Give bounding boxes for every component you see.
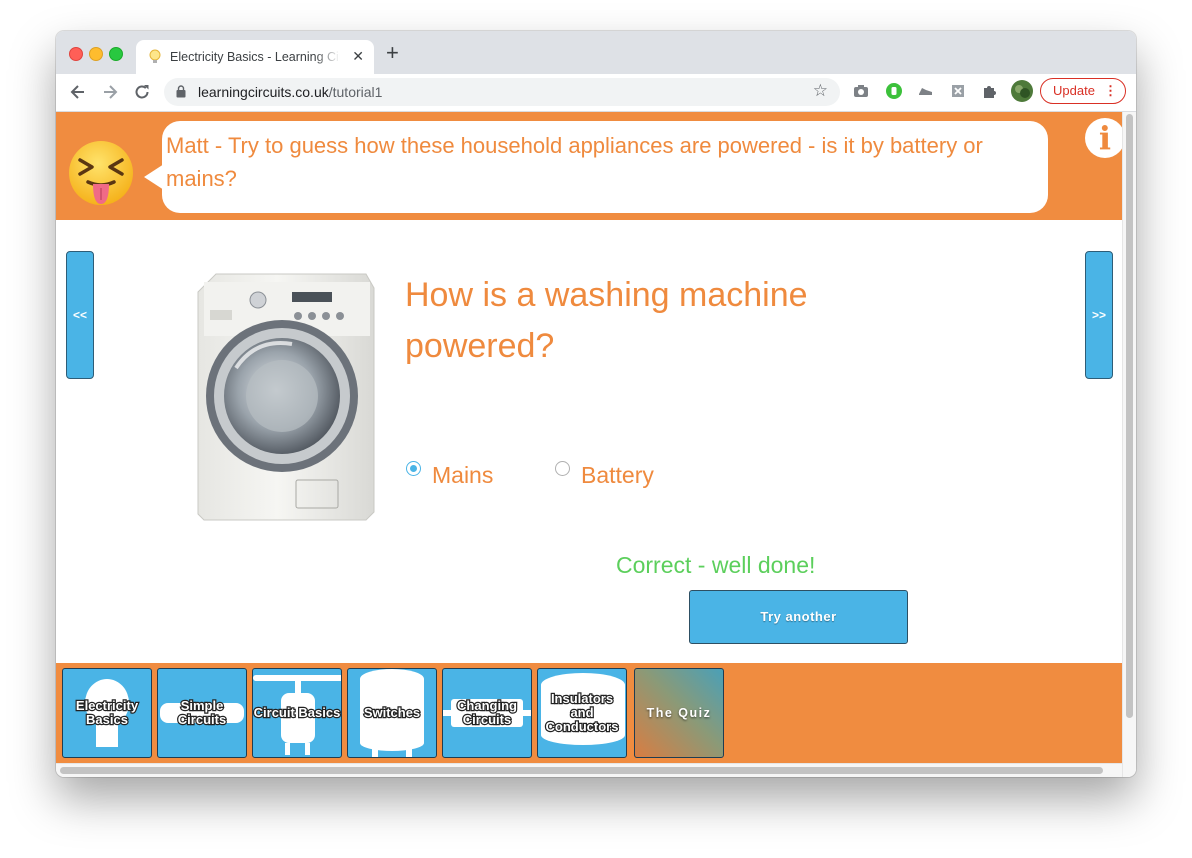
browser-toolbar: learningcircuits.co.uk/tutorial1 ☆ Updat…	[56, 74, 1136, 112]
browser-tab[interactable]: Electricity Basics - Learning Circuits ✕	[136, 40, 374, 74]
tile-the-quiz[interactable]: The Quiz	[634, 668, 724, 758]
window-minimize-button[interactable]	[89, 47, 103, 61]
url-host: learningcircuits.co.uk	[198, 84, 329, 100]
vertical-scrollbar[interactable]	[1122, 112, 1136, 777]
shoe-extension-icon[interactable]	[917, 82, 935, 100]
tile-changing-circuits[interactable]: Changing Circuits	[442, 668, 532, 758]
lesson-navigation-bar: Electricity Basics Simple Circuits Circu…	[56, 663, 1122, 763]
tongue-out-emoji-icon	[69, 141, 133, 205]
horizontal-scrollbar[interactable]	[56, 763, 1122, 777]
feedback-message: Correct - well done!	[616, 552, 816, 578]
speech-bubble-tail	[144, 164, 164, 190]
browser-window: Electricity Basics - Learning Circuits ✕…	[56, 31, 1136, 777]
tile-label: The Quiz	[646, 706, 712, 720]
tab-strip: Electricity Basics - Learning Circuits ✕…	[56, 31, 1136, 74]
address-bar[interactable]: learningcircuits.co.uk/tutorial1 ☆	[164, 78, 840, 106]
forward-arrow-icon[interactable]	[100, 82, 120, 102]
new-tab-button[interactable]: +	[386, 42, 399, 64]
mains-option-label[interactable]: Mains	[432, 460, 493, 490]
blocked-extension-icon[interactable]	[949, 82, 967, 100]
previous-button[interactable]: <<	[66, 251, 94, 379]
next-button[interactable]: >>	[1085, 251, 1113, 379]
lock-icon	[176, 85, 186, 98]
washing-machine-image	[197, 273, 375, 521]
tutor-header: Matt - Try to guess how these household …	[56, 112, 1122, 220]
question-heading: How is a washing machine powered?	[405, 276, 808, 365]
tile-label: Electricity Basics	[75, 697, 140, 727]
tile-circuit-basics[interactable]: Circuit Basics	[252, 668, 342, 758]
url-text: learningcircuits.co.uk/tutorial1	[198, 84, 382, 100]
window-close-button[interactable]	[69, 47, 83, 61]
profile-avatar[interactable]	[1011, 80, 1033, 102]
tab-title: Electricity Basics - Learning Circuits	[170, 50, 340, 64]
info-icon[interactable]: i	[1085, 118, 1122, 158]
tile-insulators-and-conductors[interactable]: Insulators and Conductors	[537, 668, 627, 758]
tile-label: Circuit Basics	[253, 704, 341, 720]
tile-label: Insulators and Conductors	[544, 690, 619, 734]
try-another-button[interactable]: Try another	[689, 590, 908, 644]
tile-label: Switches	[363, 704, 422, 720]
tab-close-icon[interactable]: ✕	[352, 48, 364, 64]
tile-simple-circuits[interactable]: Simple Circuits	[157, 668, 247, 758]
speech-bubble: Matt - Try to guess how these household …	[162, 121, 1048, 213]
green-extension-icon[interactable]	[885, 82, 903, 100]
tile-label: Simple Circuits	[177, 697, 228, 727]
tile-electricity-basics[interactable]: Electricity Basics	[62, 668, 152, 758]
lightbulb-icon	[149, 49, 161, 63]
back-arrow-icon[interactable]	[68, 82, 88, 102]
tile-label: Changing Circuits	[456, 697, 518, 727]
update-button[interactable]: Update ⋮	[1040, 78, 1126, 104]
puzzle-extensions-icon[interactable]	[981, 82, 999, 100]
horizontal-scrollbar-thumb[interactable]	[60, 767, 1103, 774]
battery-option-label[interactable]: Battery	[581, 460, 654, 490]
battery-radio[interactable]	[555, 461, 570, 476]
tile-switches[interactable]: Switches	[347, 668, 437, 758]
vertical-scrollbar-thumb[interactable]	[1126, 114, 1133, 718]
window-maximize-button[interactable]	[109, 47, 123, 61]
update-label: Update	[1053, 83, 1095, 98]
menu-dots-icon[interactable]: ⋮	[1104, 79, 1117, 103]
mains-radio[interactable]	[406, 461, 421, 476]
page-viewport: Matt - Try to guess how these household …	[56, 112, 1122, 763]
url-path: /tutorial1	[328, 84, 383, 100]
camera-icon[interactable]	[852, 82, 870, 100]
reload-icon[interactable]	[132, 82, 152, 102]
bookmark-star-icon[interactable]: ☆	[813, 81, 828, 101]
